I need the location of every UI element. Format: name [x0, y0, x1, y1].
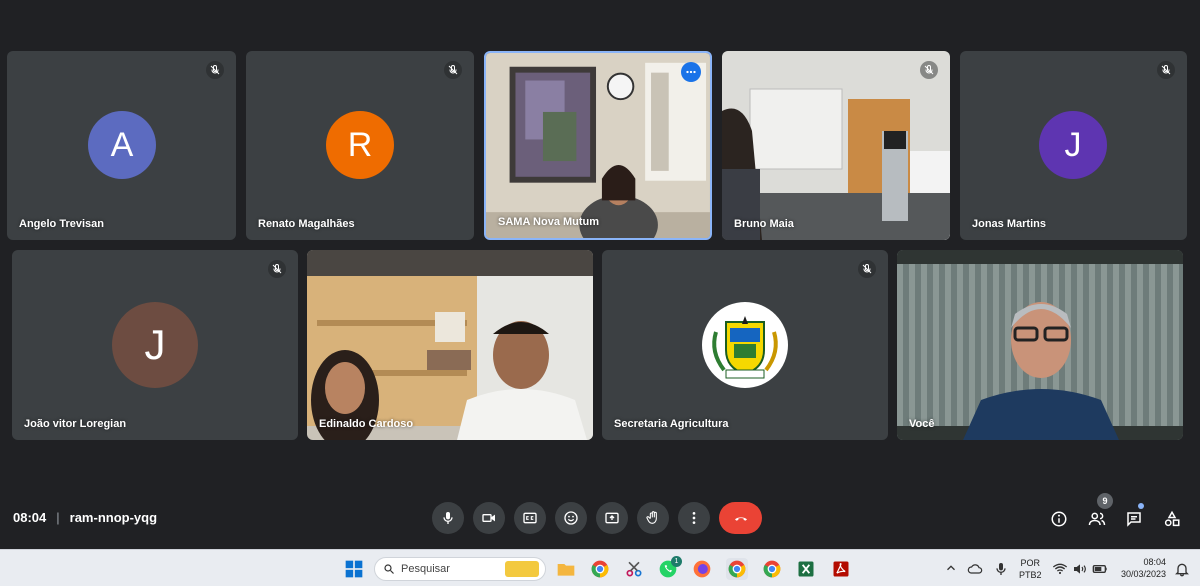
captions-button[interactable]	[514, 502, 546, 534]
mic-off-icon	[268, 260, 286, 278]
show-hidden-icons-chevron[interactable]	[944, 561, 958, 575]
acrobat-icon[interactable]	[830, 558, 852, 580]
keyboard-language[interactable]: POR PTB2	[1019, 557, 1042, 581]
participant-tile-active[interactable]: SAMA Nova Mutum	[484, 51, 712, 240]
chat-icon	[1127, 512, 1141, 527]
camera-icon	[482, 514, 495, 522]
camera-button[interactable]	[473, 502, 505, 534]
chrome-profile-icon[interactable]	[726, 558, 748, 580]
clock-date: 30/03/2023	[1120, 569, 1166, 579]
avatar: A	[88, 111, 156, 179]
emoji-icon	[564, 511, 578, 525]
video-feed	[897, 250, 1183, 440]
video-feed	[307, 250, 593, 440]
meeting-info: 08:04 | ram-nnop-yqg	[13, 510, 157, 525]
windows-start-button[interactable]	[343, 558, 365, 580]
captions-icon	[523, 512, 537, 524]
microphone-button[interactable]	[432, 502, 464, 534]
os-taskbar: Pesquisar 1 POR PTB2 08:04 30/03/2023	[0, 549, 1200, 586]
firefox-icon[interactable]	[691, 558, 713, 580]
excel-icon[interactable]	[795, 558, 817, 580]
people-icon	[1088, 512, 1106, 526]
avatar: R	[326, 111, 394, 179]
chat-notification-dot	[1138, 503, 1144, 509]
participant-name: Secretaria Agricultura	[614, 418, 729, 430]
search-highlight-icon	[505, 561, 539, 577]
keyboard-layout: PTB2	[1019, 570, 1042, 580]
chat-button[interactable]	[1123, 508, 1145, 530]
participant-tile[interactable]: A Angelo Trevisan	[7, 51, 236, 240]
meeting-time: 08:04	[13, 510, 47, 525]
activities-button[interactable]	[1161, 508, 1183, 530]
present-button[interactable]	[596, 502, 628, 534]
participant-name: João vitor Loregian	[24, 418, 127, 430]
meeting-code: ram-nnop-yqg	[69, 510, 158, 525]
search-icon	[384, 564, 394, 574]
participant-name: Bruno Maia	[734, 218, 794, 230]
avatar: J	[112, 302, 198, 388]
mic-off-icon	[920, 61, 938, 79]
video-feed	[486, 53, 710, 238]
participant-tile[interactable]: J João vitor Loregian	[12, 250, 298, 440]
municipal-logo	[702, 302, 788, 388]
participant-count-badge: 9	[1097, 493, 1113, 509]
self-view-tile[interactable]: Você	[897, 250, 1183, 440]
meeting-details-button[interactable]	[1048, 508, 1070, 530]
mic-tray-icon[interactable]	[993, 561, 1009, 582]
mic-off-icon	[1157, 61, 1175, 79]
file-explorer-icon[interactable]	[555, 558, 577, 580]
taskbar-search[interactable]: Pesquisar	[374, 557, 546, 581]
more-icon	[692, 512, 696, 524]
snipping-tool-icon[interactable]	[623, 558, 645, 580]
mic-off-icon	[858, 260, 876, 278]
more-options-icon[interactable]	[681, 62, 701, 82]
mic-off-icon	[206, 61, 224, 79]
microphone-icon	[443, 512, 453, 524]
clock-time: 08:04	[1143, 557, 1166, 567]
participant-tile[interactable]: J Jonas Martins	[960, 51, 1187, 240]
leave-call-button[interactable]	[719, 502, 762, 534]
participant-name: Edinaldo Cardoso	[319, 418, 414, 430]
hand-icon	[646, 511, 657, 524]
notification-bell-icon[interactable]	[1174, 561, 1190, 582]
participant-name: Angelo Trevisan	[19, 218, 104, 230]
separator: |	[56, 510, 60, 525]
language-code: POR	[1020, 558, 1041, 568]
taskbar-clock[interactable]: 08:04 30/03/2023	[1118, 556, 1166, 580]
participant-tile[interactable]: Edinaldo Cardoso	[307, 250, 593, 440]
info-icon	[1051, 511, 1067, 527]
people-button[interactable]	[1086, 508, 1108, 530]
activities-icon	[1164, 510, 1180, 527]
chrome-alt-profile-icon[interactable]	[761, 558, 783, 580]
participant-name: Você	[909, 418, 935, 430]
participant-name: SAMA Nova Mutum	[498, 216, 600, 228]
participant-tile[interactable]: Bruno Maia	[722, 51, 950, 240]
mic-off-icon	[444, 61, 462, 79]
more-options-button[interactable]	[678, 502, 710, 534]
raise-hand-button[interactable]	[637, 502, 669, 534]
meet-window: A Angelo Trevisan R Renato Magalhães SAM…	[0, 0, 1200, 586]
emoji-button[interactable]	[555, 502, 587, 534]
wifi-icon[interactable]	[1052, 561, 1068, 582]
participant-name: Jonas Martins	[972, 218, 1046, 230]
volume-icon[interactable]	[1072, 561, 1088, 582]
participant-name: Renato Magalhães	[258, 218, 355, 230]
participant-tile[interactable]: Secretaria Agricultura	[602, 250, 888, 440]
onedrive-icon[interactable]	[967, 561, 983, 582]
search-placeholder: Pesquisar	[401, 563, 450, 575]
windows-icon	[345, 560, 363, 578]
whatsapp-badge: 1	[671, 556, 682, 567]
end-call-icon	[734, 517, 747, 521]
avatar: J	[1039, 111, 1107, 179]
present-icon	[605, 512, 619, 524]
chrome-icon[interactable]	[589, 558, 611, 580]
participant-tile[interactable]: R Renato Magalhães	[246, 51, 474, 240]
battery-icon[interactable]	[1092, 561, 1108, 582]
video-feed	[722, 51, 950, 240]
